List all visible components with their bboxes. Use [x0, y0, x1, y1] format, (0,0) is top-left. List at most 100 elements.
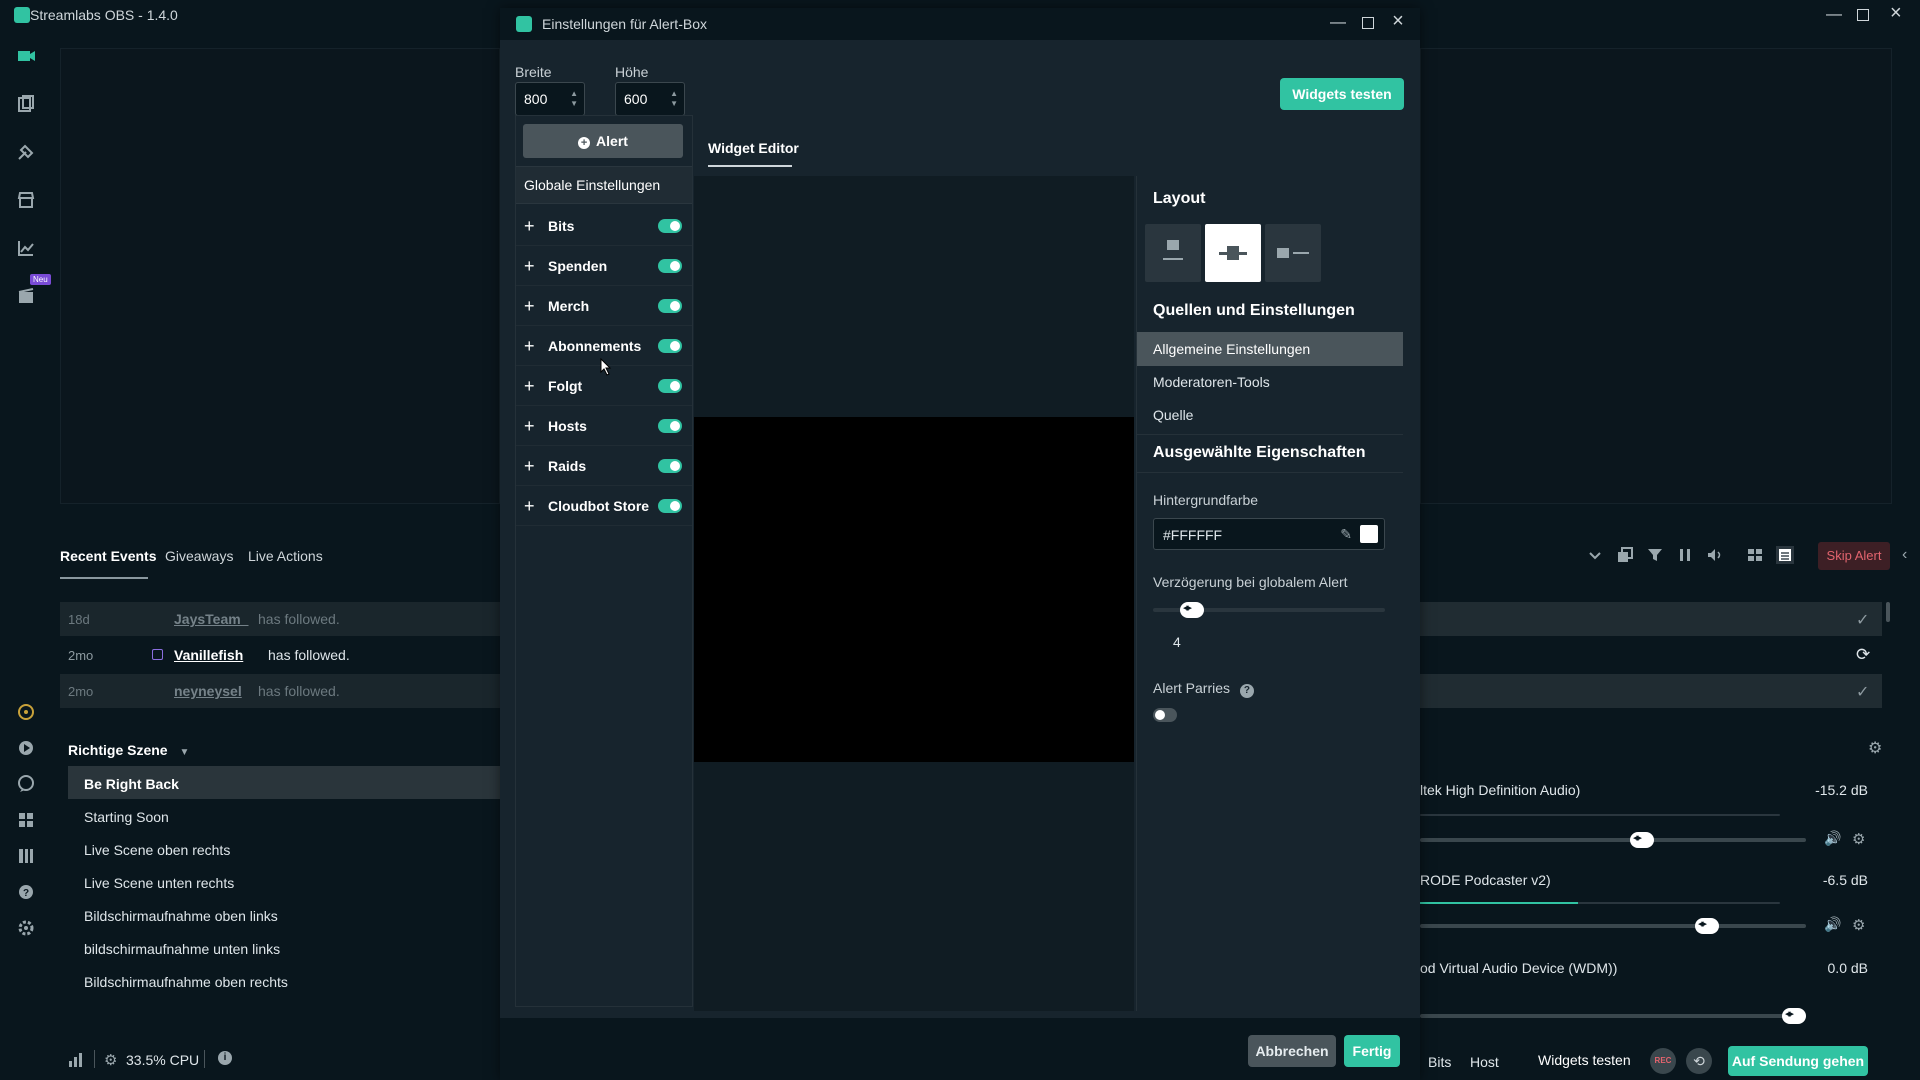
alert-type-row[interactable]: + Cloudbot Store: [516, 486, 692, 526]
minimize-icon[interactable]: —: [1328, 14, 1348, 34]
alert-type-row[interactable]: + Raids: [516, 446, 692, 486]
expand-plus-icon[interactable]: +: [524, 336, 535, 357]
volume-slider[interactable]: [1420, 1007, 1806, 1024]
studio-mode-icon[interactable]: [16, 46, 36, 66]
scene-item[interactable]: Starting Soon: [68, 799, 500, 832]
tab-giveaways[interactable]: Giveaways: [165, 548, 233, 564]
chevron-down-icon[interactable]: [1586, 546, 1604, 564]
help-icon[interactable]: ?: [16, 882, 36, 902]
event-user[interactable]: neyneysel: [174, 683, 242, 699]
alert-type-toggle[interactable]: [658, 339, 682, 353]
tab-recent-events[interactable]: Recent Events: [60, 548, 156, 564]
alert-type-toggle[interactable]: [658, 379, 682, 393]
popout-icon[interactable]: [1616, 546, 1634, 564]
volume-slider-knob[interactable]: [1630, 831, 1654, 848]
test-widgets-link[interactable]: Widgets testen: [1538, 1052, 1631, 1068]
scene-item[interactable]: Bildschirmaufnahme oben rechts: [68, 964, 500, 997]
event-row[interactable]: 2mo neyneysel has followed.: [60, 674, 500, 708]
height-input[interactable]: 600 ▲ ▼: [615, 82, 685, 116]
alert-parries-toggle[interactable]: [1153, 708, 1177, 722]
stream-preview-right[interactable]: [1420, 48, 1892, 504]
info-icon[interactable]: i: [218, 1051, 232, 1065]
event-row[interactable]: 2mo Vanillefish has followed.: [60, 638, 500, 672]
prime-icon[interactable]: [16, 702, 36, 722]
volume-icon[interactable]: [1706, 546, 1724, 564]
layout-image-above-text[interactable]: [1145, 224, 1201, 282]
help-icon[interactable]: ?: [1239, 684, 1254, 698]
alert-type-row[interactable]: + Spenden: [516, 246, 692, 286]
scene-item[interactable]: Live Scene unten rechts: [68, 865, 500, 898]
add-alert-button[interactable]: + Alert: [523, 124, 683, 158]
expand-plus-icon[interactable]: +: [524, 256, 535, 277]
alert-type-row[interactable]: + Merch: [516, 286, 692, 326]
go-live-button[interactable]: Auf Sendung gehen: [1728, 1046, 1868, 1076]
done-button[interactable]: Fertig: [1344, 1035, 1400, 1067]
themes-icon[interactable]: [16, 142, 36, 162]
layout-text-over-image[interactable]: [1205, 224, 1261, 282]
width-input[interactable]: 800 ▲ ▼: [515, 82, 585, 116]
maximize-icon[interactable]: [1857, 9, 1869, 21]
event-row[interactable]: 18d JaysTeam_ has followed.: [60, 602, 500, 636]
mute-icon[interactable]: 🔊: [1824, 830, 1841, 847]
alert-type-toggle[interactable]: [658, 219, 682, 233]
expand-plus-icon[interactable]: +: [524, 376, 535, 397]
record-button[interactable]: REC: [1650, 1048, 1676, 1074]
grid-view-icon[interactable]: [1746, 546, 1764, 564]
check-icon[interactable]: ✓: [1856, 682, 1869, 702]
mute-icon[interactable]: 🔊: [1824, 916, 1841, 933]
alert-type-toggle[interactable]: [658, 499, 682, 513]
play-circle-icon[interactable]: [16, 738, 36, 758]
filter-icon[interactable]: [1646, 546, 1664, 564]
chevron-left-icon[interactable]: ‹: [1902, 546, 1907, 564]
library-icon[interactable]: [16, 94, 36, 114]
global-settings-item[interactable]: Globale Einstellungen: [516, 166, 692, 204]
alert-type-row[interactable]: + Hosts: [516, 406, 692, 446]
scene-item[interactable]: Be Right Back: [68, 766, 500, 799]
pause-icon[interactable]: [1676, 546, 1694, 564]
expand-plus-icon[interactable]: +: [524, 456, 535, 477]
highlighter-icon[interactable]: [16, 286, 36, 306]
source-settings-gear-icon[interactable]: ⚙: [1852, 916, 1865, 934]
close-icon[interactable]: ×: [1388, 10, 1408, 32]
eyedropper-icon[interactable]: ✎: [1340, 526, 1352, 543]
apps-grid-icon[interactable]: [16, 810, 36, 830]
minimize-icon[interactable]: —: [1826, 6, 1842, 24]
bg-color-input[interactable]: #FFFFFF ✎: [1153, 518, 1385, 550]
stepper-icon[interactable]: ▲ ▼: [670, 89, 678, 109]
host-label[interactable]: Host: [1470, 1054, 1499, 1070]
dashboard-icon[interactable]: [16, 238, 36, 258]
volume-slider[interactable]: [1420, 831, 1806, 848]
stream-preview[interactable]: [60, 48, 500, 504]
store-icon[interactable]: [16, 190, 36, 210]
source-item-general[interactable]: Allgemeine Einstellungen: [1137, 332, 1403, 366]
volume-slider[interactable]: [1420, 917, 1806, 934]
settings-gear-icon[interactable]: [16, 918, 36, 938]
scene-collection-selector[interactable]: Richtige Szene ▼: [68, 742, 189, 758]
layout-image-left-text[interactable]: [1265, 224, 1321, 282]
expand-plus-icon[interactable]: +: [524, 296, 535, 317]
volume-slider-knob[interactable]: [1695, 917, 1719, 934]
alert-type-toggle[interactable]: [658, 299, 682, 313]
source-item-moderators[interactable]: Moderatoren-Tools: [1137, 365, 1403, 399]
scene-item[interactable]: Bildschirmaufnahme oben links: [68, 898, 500, 931]
mixer-settings-gear-icon[interactable]: ⚙: [1868, 738, 1882, 758]
expand-plus-icon[interactable]: +: [524, 416, 535, 437]
source-item-source[interactable]: Quelle: [1137, 398, 1403, 432]
scene-item[interactable]: bildschirmaufnahme unten links: [68, 931, 500, 964]
test-widgets-button[interactable]: Widgets testen: [1280, 78, 1404, 110]
chat-icon[interactable]: [16, 774, 36, 794]
cancel-button[interactable]: Abbrechen: [1248, 1035, 1336, 1067]
delay-slider[interactable]: [1153, 601, 1385, 618]
color-swatch[interactable]: [1360, 525, 1378, 543]
alert-type-toggle[interactable]: [658, 419, 682, 433]
events-scrollbar[interactable]: [1886, 602, 1890, 622]
tab-live-actions[interactable]: Live Actions: [248, 548, 323, 564]
close-icon[interactable]: ×: [1890, 2, 1902, 25]
tab-widget-editor[interactable]: Widget Editor: [708, 140, 799, 156]
replay-buffer-icon[interactable]: ⟲: [1686, 1048, 1712, 1074]
alert-type-toggle[interactable]: [658, 459, 682, 473]
widget-preview-area[interactable]: [694, 417, 1134, 762]
event-user[interactable]: Vanillefish: [174, 647, 243, 663]
stepper-icon[interactable]: ▲ ▼: [570, 89, 578, 109]
maximize-icon[interactable]: [1358, 14, 1378, 34]
